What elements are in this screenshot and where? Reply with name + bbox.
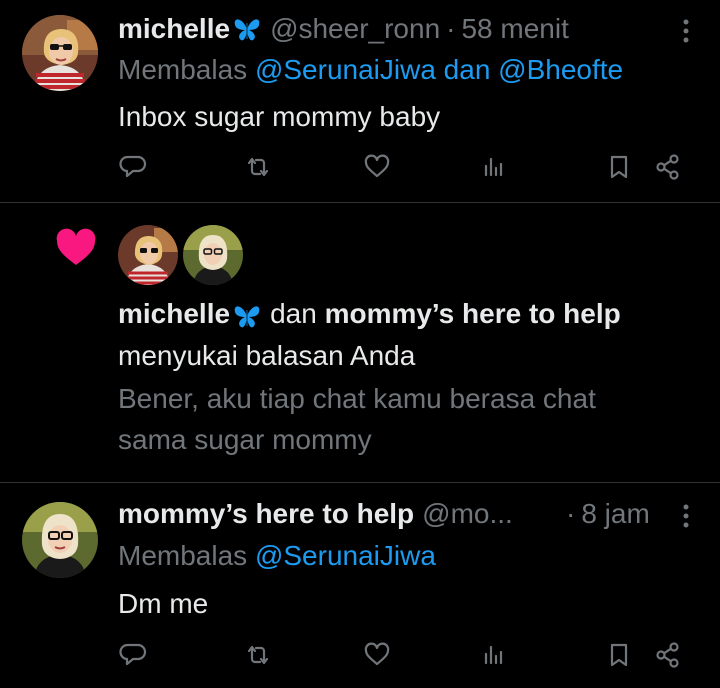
notif-user1[interactable]: michelle — [118, 298, 230, 329]
notif-quoted-text-line1[interactable]: Bener, aku tiap chat kamu berasa chat — [118, 381, 596, 417]
reply-prefix: Membalas — [118, 540, 248, 571]
bookmark-icon[interactable] — [601, 637, 637, 673]
reply-icon[interactable] — [115, 149, 151, 185]
butterfly-icon — [232, 15, 262, 43]
like-icon[interactable] — [359, 637, 395, 673]
notif-user2[interactable]: mommy’s here to help — [325, 298, 621, 329]
reply-prefix: Membalas — [118, 54, 248, 85]
heart-icon — [55, 228, 97, 268]
butterfly-icon — [232, 302, 262, 330]
notif-action: menyukai balasan Anda — [118, 340, 416, 371]
avatar-mommy-small[interactable] — [183, 225, 243, 285]
tweet-text: Dm me — [118, 588, 209, 619]
more-options-icon[interactable] — [676, 16, 696, 46]
avatar-mommy[interactable] — [22, 502, 98, 578]
bookmark-icon[interactable] — [601, 149, 637, 185]
author-name[interactable]: michelle — [118, 12, 230, 46]
more-options-icon[interactable] — [676, 501, 696, 531]
tweet-time[interactable]: 8 jam — [581, 497, 649, 531]
action-bar — [118, 637, 688, 677]
views-icon[interactable] — [476, 149, 512, 185]
like-icon[interactable] — [359, 149, 395, 185]
separator-dot: · — [446, 13, 456, 44]
reply-mentions[interactable]: @SerunaiJiwa — [255, 540, 436, 571]
retweet-icon[interactable] — [240, 149, 276, 185]
action-bar — [118, 149, 688, 189]
reply-icon[interactable] — [115, 637, 151, 673]
tweet-time[interactable]: 58 menit — [461, 12, 568, 46]
tweet-michelle[interactable]: michelle @sheer_ronn · 58 menit Membalas… — [0, 0, 720, 202]
views-icon[interactable] — [476, 637, 512, 673]
share-icon[interactable] — [650, 637, 686, 673]
tweet-mommy[interactable]: mommy’s here to help @mo... · 8 jam Memb… — [0, 483, 720, 688]
notif-conjunction: dan — [270, 298, 317, 329]
avatar-michelle[interactable] — [22, 15, 98, 91]
author-name[interactable]: mommy’s here to help — [118, 497, 414, 531]
avatar-michelle-small[interactable] — [118, 225, 178, 285]
author-handle[interactable]: @sheer_ronn — [270, 12, 440, 46]
author-handle[interactable]: @mo... — [422, 497, 513, 531]
reply-mentions[interactable]: @SerunaiJiwa dan @Bheofte — [255, 54, 623, 85]
separator-dot: · — [566, 498, 576, 529]
retweet-icon[interactable] — [240, 637, 276, 673]
share-icon[interactable] — [650, 149, 686, 185]
tweet-text: Inbox sugar mommy baby — [118, 101, 441, 132]
notif-quoted-text-line2[interactable]: sama sugar mommy — [118, 422, 372, 458]
